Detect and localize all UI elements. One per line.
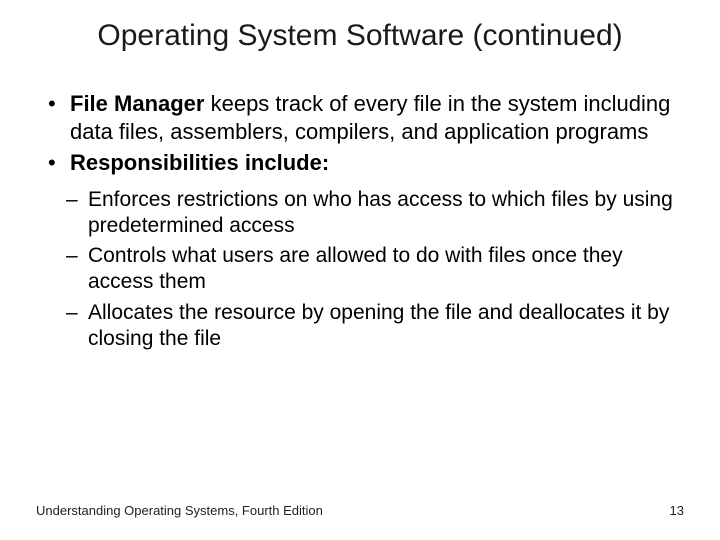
sub-bullet-list: Enforces restrictions on who has access …: [64, 187, 684, 353]
bullet-list: File Manager keeps track of every file i…: [42, 90, 684, 177]
sub-bullet-item: Allocates the resource by opening the fi…: [64, 300, 684, 353]
bullet-bold: File Manager: [70, 91, 204, 116]
slide-title: Operating System Software (continued): [36, 18, 684, 54]
footer-left: Understanding Operating Systems, Fourth …: [36, 503, 323, 518]
sub-bullet-item: Controls what users are allowed to do wi…: [64, 243, 684, 296]
bullet-item: File Manager keeps track of every file i…: [42, 90, 684, 145]
sub-bullet-item: Enforces restrictions on who has access …: [64, 187, 684, 240]
footer: Understanding Operating Systems, Fourth …: [36, 503, 684, 518]
bullet-bold: Responsibilities include:: [70, 150, 329, 175]
page-number: 13: [670, 503, 684, 518]
bullet-item: Responsibilities include:: [42, 149, 684, 177]
